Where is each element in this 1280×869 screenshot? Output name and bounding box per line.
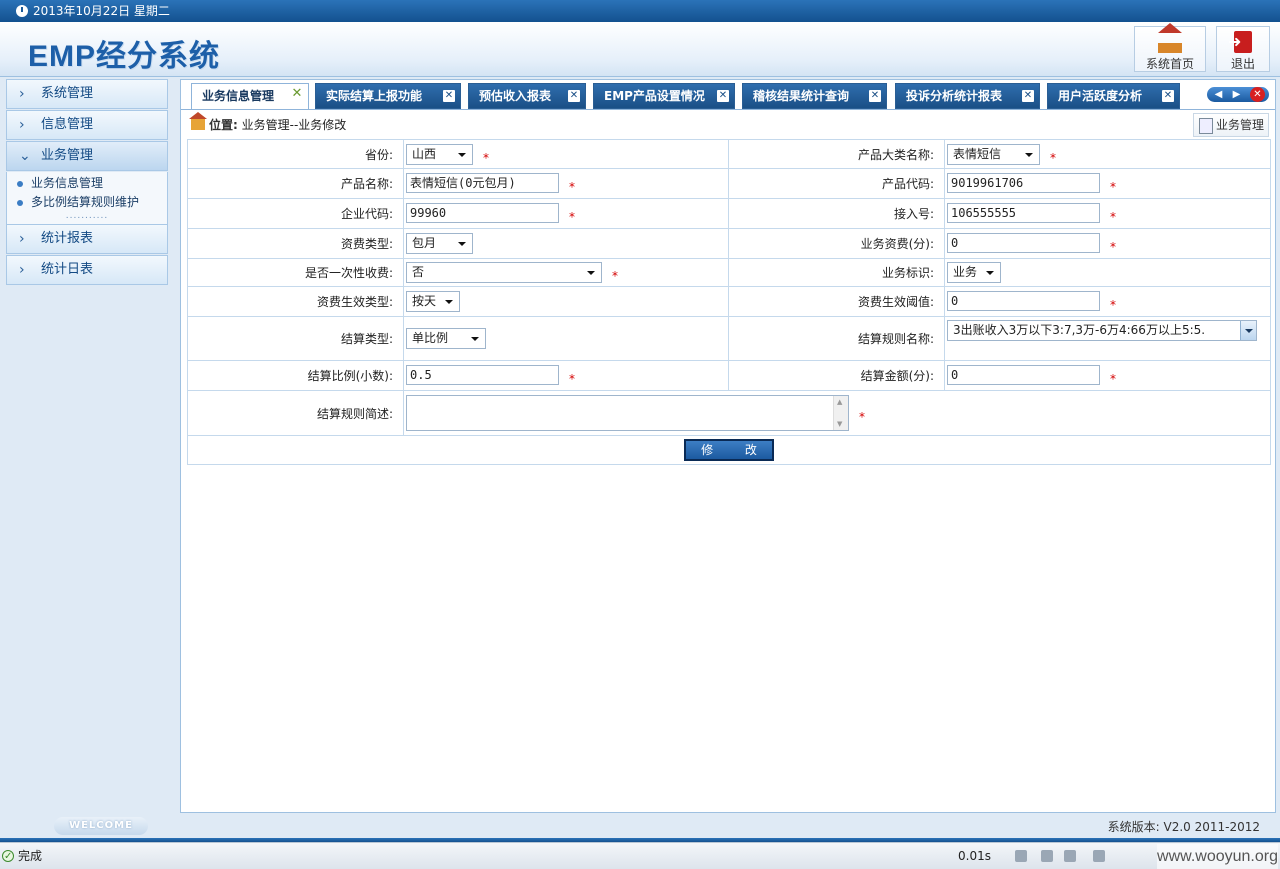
- fee-input[interactable]: 0: [947, 233, 1100, 254]
- close-icon[interactable]: ✕: [443, 90, 455, 102]
- tab-divider: [181, 109, 1275, 110]
- home-location-icon: [189, 112, 207, 130]
- edit-icon[interactable]: [1015, 850, 1027, 862]
- status-text: 完成: [18, 849, 43, 863]
- biz-manage-button[interactable]: 业务管理: [1193, 113, 1269, 137]
- chevron-right-icon: ›: [19, 117, 25, 133]
- logout-button[interactable]: 退出: [1216, 26, 1270, 72]
- user-icon[interactable]: [1041, 850, 1053, 862]
- sidebar-subitem-biz-info[interactable]: 业务信息管理: [7, 174, 167, 193]
- breadcrumb-path: 业务管理--业务修改: [241, 118, 347, 132]
- ratio-input[interactable]: 0.5: [406, 365, 559, 386]
- clock-icon: [16, 5, 28, 17]
- product-code-input[interactable]: 9019961706: [947, 173, 1100, 194]
- home-icon: [1158, 23, 1182, 53]
- close-icon[interactable]: ✕: [869, 90, 881, 102]
- product-name-input[interactable]: 表情短信(0元包月): [406, 173, 559, 194]
- rule-desc-label: 结算规则简述:: [187, 390, 404, 436]
- exit-icon: [1228, 31, 1252, 53]
- logout-label: 退出: [1230, 57, 1255, 71]
- sidebar-item-info[interactable]: › 信息管理: [6, 110, 168, 140]
- breadcrumb: 位置: 业务管理--业务修改: [189, 112, 347, 133]
- category-label: 产品大类名称:: [728, 139, 945, 169]
- speaker-icon[interactable]: [1093, 850, 1105, 862]
- sidebar: › 系统管理 › 信息管理 ⌄ 业务管理 业务信息管理 多比例结算规则维护 ..…: [6, 79, 168, 286]
- effect-type-select[interactable]: 按天: [406, 291, 460, 312]
- tab-complaint-report[interactable]: 投诉分析统计报表 ✕: [895, 83, 1040, 109]
- browser-status-bar: 完成 0.01s www.wooyun.org: [0, 842, 1280, 869]
- welcome-badge: WELCOME: [54, 817, 148, 835]
- modify-submit-button[interactable]: 修 改: [684, 439, 774, 461]
- amount-label: 结算金额(分):: [728, 360, 945, 391]
- product-name-label: 产品名称:: [187, 168, 404, 199]
- province-label: 省份:: [187, 139, 404, 169]
- one-time-fee-label: 是否一次性收费:: [187, 258, 404, 287]
- close-icon[interactable]: ✕: [568, 90, 580, 102]
- close-icon[interactable]: ✕: [1162, 90, 1174, 102]
- settle-type-select[interactable]: 单比例: [406, 328, 486, 349]
- sidebar-item-reports[interactable]: › 统计报表: [6, 224, 168, 254]
- sidebar-submenu: 业务信息管理 多比例结算规则维护 ...........: [6, 172, 168, 224]
- access-no-input[interactable]: 106555555: [947, 203, 1100, 224]
- tab-settlement-report[interactable]: 实际结算上报功能 ✕: [315, 83, 461, 109]
- submenu-divider: ...........: [65, 211, 109, 221]
- chevron-right-icon: ›: [19, 86, 25, 102]
- top-date-bar: 2013年10月22日 星期二: [0, 0, 1280, 22]
- ratio-label: 结算比例(小数):: [187, 360, 404, 391]
- sidebar-item-daily[interactable]: › 统计日表: [6, 255, 168, 285]
- effect-type-label: 资费生效类型:: [187, 286, 404, 317]
- enterprise-code-input[interactable]: 99960: [406, 203, 559, 224]
- close-icon[interactable]: ✕: [717, 90, 729, 102]
- biz-flag-select[interactable]: 业务: [947, 262, 1001, 283]
- home-label: 系统首页: [1145, 57, 1194, 71]
- amount-input[interactable]: 0: [947, 365, 1100, 386]
- chevron-right-icon: ›: [19, 231, 25, 247]
- tab-estimate-income[interactable]: 预估收入报表 ✕: [468, 83, 586, 109]
- sidebar-subitem-multi-ratio[interactable]: 多比例结算规则维护: [7, 193, 167, 212]
- chevron-down-icon[interactable]: [1240, 321, 1256, 340]
- fee-type-label: 资费类型:: [187, 228, 404, 259]
- tab-biz-info[interactable]: 业务信息管理 ✕: [191, 83, 309, 110]
- watermark: www.wooyun.org: [1157, 844, 1278, 869]
- current-date: 2013年10月22日 星期二: [33, 4, 170, 18]
- fee-label: 业务资费(分):: [728, 228, 945, 259]
- rule-name-select[interactable]: 3出账收入3万以下3:7,3万-6万4:66万以上5:5.: [947, 320, 1257, 341]
- business-edit-form: 省份: 山西 * 产品大类名称: 表情短信 * 产品名称: 表情短信(0元包月) * …: [187, 139, 1271, 465]
- tab-close-all-icon[interactable]: ✕: [1250, 87, 1265, 102]
- tab-prev-icon[interactable]: ◀: [1211, 87, 1226, 102]
- product-code-label: 产品代码:: [728, 168, 945, 199]
- effect-threshold-input[interactable]: 0: [947, 291, 1100, 312]
- category-select[interactable]: 表情短信: [947, 143, 1040, 165]
- tab-next-icon[interactable]: ▶: [1229, 87, 1244, 102]
- rule-desc-textarea[interactable]: [406, 395, 849, 431]
- effect-threshold-label: 资费生效阈值:: [728, 286, 945, 317]
- tab-audit-query[interactable]: 稽核结果统计查询 ✕: [742, 83, 887, 109]
- biz-flag-label: 业务标识:: [728, 258, 945, 287]
- textarea-scrollbar[interactable]: [833, 396, 848, 430]
- tab-user-activity[interactable]: 用户活跃度分析 ✕: [1047, 83, 1180, 109]
- home-button[interactable]: 系统首页: [1134, 23, 1206, 72]
- enterprise-code-label: 企业代码:: [187, 198, 404, 229]
- access-no-label: 接入号:: [728, 198, 945, 229]
- chevron-right-icon: ›: [19, 262, 25, 278]
- sidebar-item-business[interactable]: ⌄ 业务管理: [6, 141, 168, 171]
- fee-type-select[interactable]: 包月: [406, 233, 473, 254]
- done-check-icon: [2, 844, 14, 869]
- load-time: 0.01s: [958, 849, 991, 863]
- download-icon[interactable]: [1064, 850, 1076, 862]
- tab-nav-controls: ◀ ▶ ✕: [1207, 87, 1269, 102]
- sidebar-item-system[interactable]: › 系统管理: [6, 79, 168, 109]
- close-icon[interactable]: ✕: [291, 87, 303, 100]
- system-version: 系统版本: V2.0 2011-2012: [1107, 820, 1260, 834]
- app-logo: EMP经分系统: [28, 40, 221, 73]
- chevron-down-icon: ⌄: [19, 148, 31, 164]
- app-header: EMP经分系统 系统首页 退出: [0, 22, 1280, 77]
- rule-name-label: 结算规则名称:: [728, 316, 945, 361]
- settle-type-label: 结算类型:: [187, 316, 404, 361]
- province-select[interactable]: 山西: [406, 143, 473, 165]
- one-time-fee-select[interactable]: 否: [406, 262, 602, 283]
- close-icon[interactable]: ✕: [1022, 90, 1034, 102]
- tab-emp-product[interactable]: EMP产品设置情况 ✕: [593, 83, 735, 109]
